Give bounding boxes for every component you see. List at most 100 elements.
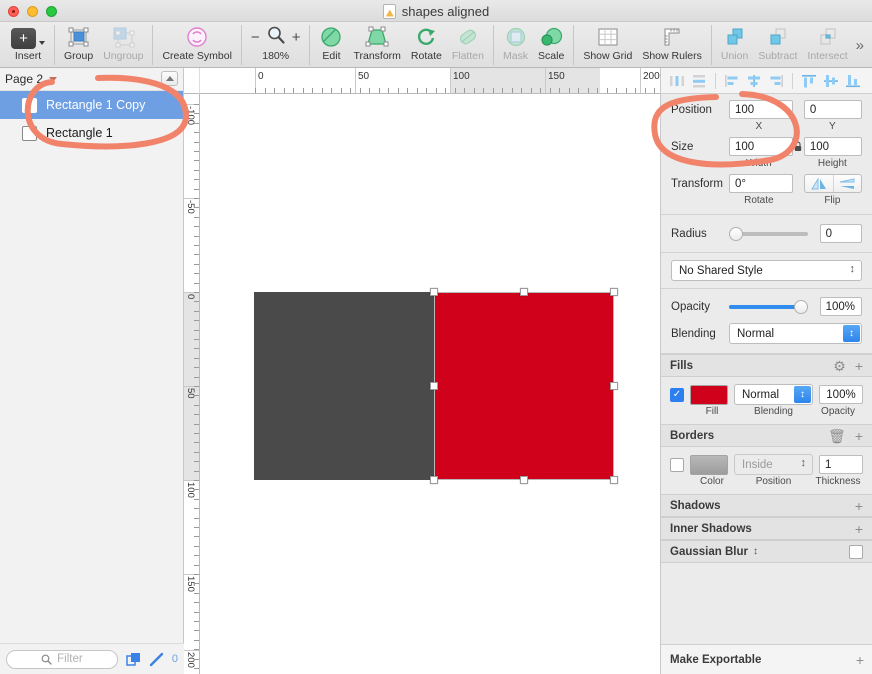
plus-icon[interactable]: + <box>855 522 863 536</box>
layer-visibility-checkbox[interactable] <box>22 125 37 141</box>
resize-handle-top-left[interactable] <box>430 288 438 296</box>
stepper-icon[interactable]: ↕ <box>753 546 849 557</box>
gaussian-blur-header[interactable]: Gaussian Blur ↕ <box>661 540 872 563</box>
toolbar-transform[interactable]: Transform <box>348 25 405 67</box>
flip-vertical-icon[interactable] <box>832 175 861 192</box>
resize-handle-bottom-center[interactable] <box>520 476 528 484</box>
pencil-icon[interactable] <box>149 652 164 667</box>
toolbar-edit[interactable]: Edit <box>314 25 348 67</box>
radius-slider[interactable] <box>729 226 808 241</box>
inner-shadows-header[interactable]: Inner Shadows + <box>661 517 872 540</box>
flip-horizontal-icon[interactable] <box>805 175 832 192</box>
resize-handle-top-center[interactable] <box>520 288 528 296</box>
canvas-shape-rectangle-1-copy[interactable] <box>434 292 614 480</box>
align-left-icon[interactable] <box>722 71 742 91</box>
stepper-icon[interactable]: ↕ <box>801 458 807 469</box>
blending-select[interactable]: Normal ↕ <box>729 323 862 344</box>
plus-icon[interactable]: + <box>855 499 863 513</box>
size-height-input[interactable]: 100 <box>803 137 862 156</box>
duplicate-icon[interactable] <box>126 652 141 667</box>
toolbar-insert[interactable]: + Insert <box>6 25 50 67</box>
toolbar-subtract[interactable]: Subtract <box>753 25 802 67</box>
make-exportable-row[interactable]: Make Exportable + <box>661 644 872 674</box>
filter-input[interactable]: Filter <box>6 649 118 669</box>
toolbar-intersect[interactable]: Intersect <box>802 25 852 67</box>
resize-handle-middle-right[interactable] <box>610 382 618 390</box>
toolbar-union[interactable]: Union <box>716 25 753 67</box>
align-right-icon[interactable] <box>766 71 786 91</box>
stepper-icon[interactable]: ↕ <box>794 386 811 403</box>
plus-icon[interactable]: + <box>855 429 863 443</box>
fill-opacity-caption: Opacity <box>821 406 855 417</box>
gaussian-blur-checkbox[interactable] <box>849 544 863 559</box>
distribute-vertical-icon[interactable] <box>689 71 709 91</box>
border-position-select[interactable]: Inside ↕ <box>734 454 813 475</box>
resize-handle-bottom-left[interactable] <box>430 476 438 484</box>
ruler-v-minor-tick <box>194 198 199 199</box>
stepper-icon[interactable]: ↕ <box>850 264 856 275</box>
collapse-up-icon[interactable] <box>161 71 178 86</box>
sketch-window: shapes aligned + Insert Group Ungroup Cr… <box>0 0 872 674</box>
shared-style-select[interactable]: No Shared Style ↕ <box>671 260 862 281</box>
fill-blending-select[interactable]: Normal ↕ <box>734 384 813 405</box>
gear-icon[interactable]: ⚙ <box>833 359 846 373</box>
plus-icon[interactable]: + <box>855 359 863 373</box>
toolbar-show-grid[interactable]: Show Grid <box>578 25 637 67</box>
align-center-horizontal-icon[interactable] <box>744 71 764 91</box>
border-enabled-checkbox[interactable] <box>670 457 684 472</box>
toolbar-divider <box>710 25 712 65</box>
lock-icon[interactable] <box>793 141 804 152</box>
layer-visibility-checkbox[interactable] <box>22 97 37 113</box>
plus-icon[interactable]: + <box>856 653 864 667</box>
shadows-header[interactable]: Shadows + <box>661 494 872 517</box>
size-width-input[interactable]: 100 <box>729 137 793 156</box>
ruler-v-minor-tick <box>194 216 199 218</box>
align-top-icon[interactable] <box>799 71 819 91</box>
ruler-v-minor-tick <box>194 423 199 425</box>
resize-handle-top-right[interactable] <box>610 288 618 296</box>
vertical-ruler[interactable]: -100 -50 0 50 100 150 200 <box>184 94 200 674</box>
border-thickness-input[interactable]: 1 <box>819 455 863 474</box>
align-middle-vertical-icon[interactable] <box>821 71 841 91</box>
toolbar-scale[interactable]: Scale <box>533 25 569 67</box>
layer-row-rectangle-1-copy[interactable]: Rectangle 1 Copy <box>0 91 183 119</box>
rotate-input[interactable]: 0° <box>729 174 793 193</box>
flip-buttons[interactable] <box>804 174 862 193</box>
horizontal-ruler[interactable]: 0 50 100 150 200 <box>200 68 660 94</box>
toolbar-create-symbol[interactable]: Create Symbol <box>157 25 236 67</box>
zoom-out-icon[interactable]: − <box>251 29 260 46</box>
opacity-slider[interactable] <box>729 299 808 314</box>
canvas[interactable] <box>200 94 660 674</box>
toolbar-mask[interactable]: Mask <box>498 25 533 67</box>
toolbar-group[interactable]: Group <box>59 25 98 67</box>
distribute-horizontal-icon[interactable] <box>667 71 687 91</box>
resize-handle-bottom-right[interactable] <box>610 476 618 484</box>
border-color-swatch[interactable] <box>690 454 728 475</box>
ruler-v-minor-tick <box>194 508 199 510</box>
resize-handle-middle-left[interactable] <box>430 382 438 390</box>
ruler-v-minor-tick <box>194 583 199 585</box>
radius-input[interactable]: 0 <box>819 224 862 243</box>
toolbar-overflow-button[interactable]: » <box>856 25 872 54</box>
toolbar-zoom[interactable]: − + 180% <box>246 25 306 67</box>
fill-opacity-input[interactable]: 100% <box>819 385 863 404</box>
position-x-input[interactable]: 100 <box>729 100 793 119</box>
trash-icon[interactable]: 🗑 <box>828 429 846 443</box>
page-selector[interactable]: Page 2 <box>0 68 183 91</box>
position-y-input[interactable]: 0 <box>803 100 862 119</box>
stepper-icon[interactable]: ↕ <box>843 325 860 342</box>
toolbar-show-rulers[interactable]: Show Rulers <box>637 25 707 67</box>
canvas-shape-rectangle-1[interactable] <box>254 292 434 480</box>
align-bottom-icon[interactable] <box>843 71 863 91</box>
ruler-corner <box>184 68 200 94</box>
layer-row-rectangle-1[interactable]: Rectangle 1 <box>0 119 183 147</box>
fill-color-swatch[interactable] <box>690 384 728 405</box>
ruler-h-minor-tick <box>312 88 313 93</box>
toolbar-flatten[interactable]: Flatten <box>447 25 489 67</box>
opacity-input[interactable]: 100% <box>819 297 862 316</box>
zoom-in-icon[interactable]: + <box>292 29 301 46</box>
toolbar-ungroup[interactable]: Ungroup <box>98 25 148 67</box>
toolbar-rotate[interactable]: Rotate <box>406 25 447 67</box>
ruler-h-minor-tick <box>359 88 361 93</box>
fill-enabled-checkbox[interactable]: ✓ <box>670 387 684 402</box>
